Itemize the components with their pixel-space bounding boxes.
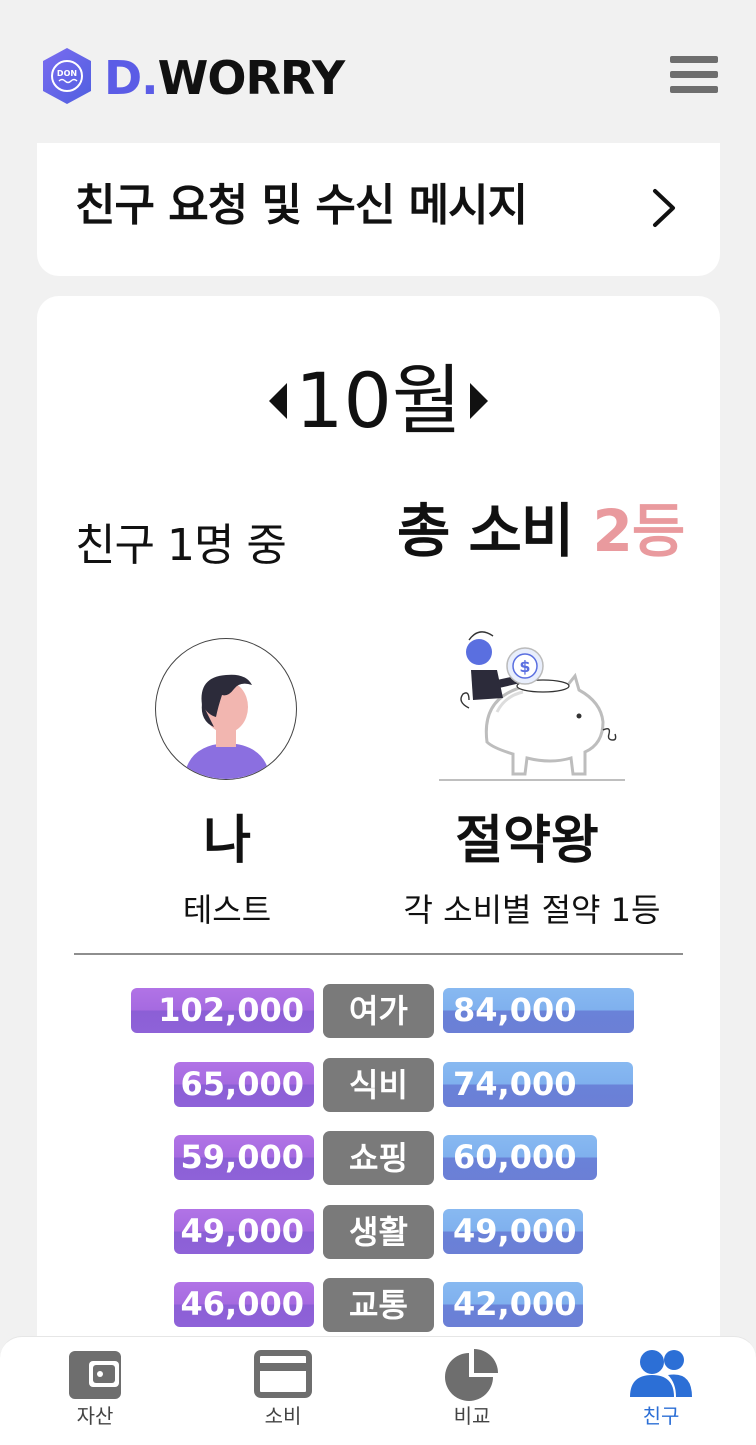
friend-request-card[interactable]: 친구 요청 및 수신 메시지 bbox=[37, 143, 720, 276]
rank-value: 2등 bbox=[592, 497, 685, 565]
divider bbox=[74, 953, 683, 955]
logo-text: D.WORRY bbox=[104, 51, 345, 105]
champion-subtitle: 각 소비별 절약 1등 bbox=[403, 891, 661, 929]
hamburger-menu-icon[interactable] bbox=[670, 56, 720, 100]
nav-label-friends: 친구 bbox=[642, 1404, 680, 1428]
my-spend-bar: 49,000 bbox=[174, 1209, 314, 1254]
nav-label-compare: 비교 bbox=[453, 1404, 491, 1428]
month-selector: 10월 bbox=[37, 356, 720, 446]
champion-spend-bar: 49,000 bbox=[443, 1209, 583, 1254]
friend-request-title: 친구 요청 및 수신 메시지 bbox=[75, 180, 528, 231]
category-chip: 생활 bbox=[323, 1205, 434, 1259]
avatar bbox=[155, 638, 297, 780]
champion-spend-bar: 84,000 bbox=[443, 988, 634, 1033]
my-spend-bar: 65,000 bbox=[174, 1062, 314, 1107]
app-header: DON D.WORRY bbox=[0, 0, 756, 140]
svg-text:$: $ bbox=[519, 657, 530, 676]
champion-title: 절약왕 bbox=[455, 811, 599, 871]
piggy-bank-illustration: $ bbox=[439, 631, 625, 781]
nav-label-assets: 자산 bbox=[76, 1404, 114, 1428]
wallet-icon bbox=[69, 1351, 121, 1399]
chevron-right-icon bbox=[653, 189, 675, 227]
nav-item-assets[interactable]: 자산 bbox=[35, 1347, 155, 1439]
my-name: 나 bbox=[203, 811, 251, 871]
bottom-nav: 자산 소비 비교 친구 bbox=[0, 1336, 756, 1445]
total-spend-label: 총 소비 bbox=[397, 497, 574, 565]
champion-spend-bar: 42,000 bbox=[443, 1282, 583, 1327]
nav-label-spending: 소비 bbox=[264, 1404, 302, 1428]
month-label: 10월 bbox=[295, 356, 462, 445]
my-spend-bar: 46,000 bbox=[174, 1282, 314, 1327]
category-chip: 교통 bbox=[323, 1278, 434, 1332]
category-chip: 여가 bbox=[323, 984, 434, 1038]
my-subtitle: 테스트 bbox=[182, 891, 272, 929]
ranking-card: 10월 친구 1명 중 총 소비 2등 $ 나 절약왕 테스트 각 소비별 절약… bbox=[37, 296, 720, 1445]
nav-item-spending[interactable]: 소비 bbox=[223, 1347, 343, 1439]
my-spend-bar: 102,000 bbox=[131, 988, 314, 1033]
category-chip: 쇼핑 bbox=[323, 1131, 434, 1185]
logo-badge-text: DON bbox=[57, 69, 77, 78]
champion-spend-bar: 74,000 bbox=[443, 1062, 633, 1107]
users-icon bbox=[630, 1350, 692, 1397]
logo-icon: DON bbox=[40, 46, 94, 106]
nav-item-compare[interactable]: 비교 bbox=[412, 1347, 532, 1439]
total-rank: 총 소비 2등 bbox=[397, 496, 685, 566]
prev-month-icon[interactable] bbox=[267, 379, 289, 423]
category-chip: 식비 bbox=[323, 1058, 434, 1112]
nav-item-friends[interactable]: 친구 bbox=[601, 1347, 721, 1439]
credit-card-icon bbox=[254, 1350, 312, 1398]
friends-count-text: 친구 1명 중 bbox=[75, 520, 287, 571]
my-spend-bar: 59,000 bbox=[174, 1135, 314, 1180]
champion-spend-bar: 60,000 bbox=[443, 1135, 597, 1180]
next-month-icon[interactable] bbox=[468, 379, 490, 423]
pie-chart-icon bbox=[445, 1349, 498, 1401]
